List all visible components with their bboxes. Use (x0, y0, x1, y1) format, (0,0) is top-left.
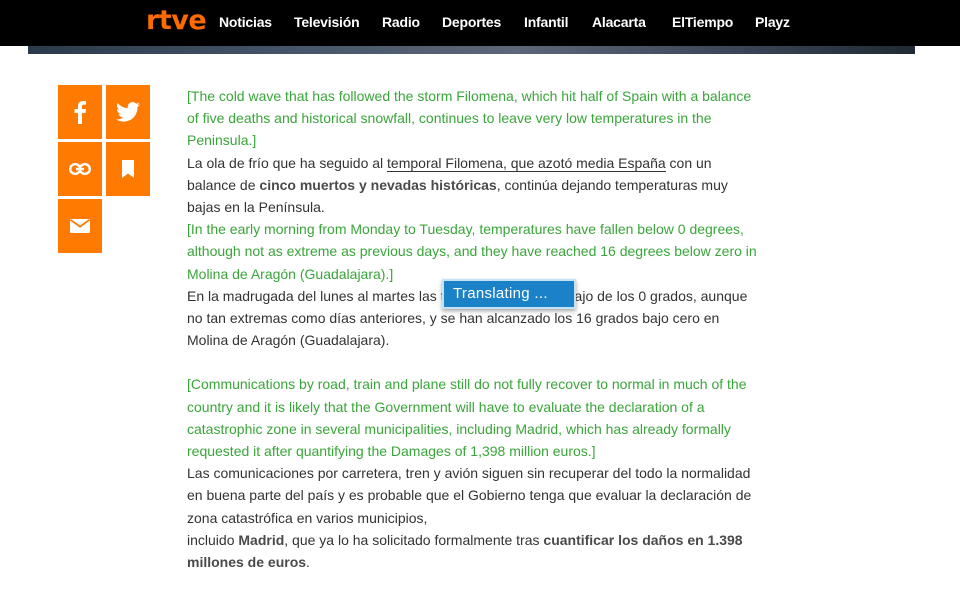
share-twitter-button[interactable] (106, 85, 150, 139)
nav-item-deportes[interactable]: Deportes (442, 14, 501, 30)
paragraph-text: incluido (187, 531, 239, 548)
translating-popup: Translating ... (442, 279, 576, 309)
rtve-logo[interactable]: rtve (146, 5, 207, 36)
translation-paragraph-1: [The cold wave that has followed the sto… (187, 88, 752, 149)
facebook-icon (74, 101, 86, 124)
paragraph-text: La ola de frío que ha seguido al (187, 154, 388, 171)
nav-item-radio[interactable]: Radio (382, 14, 420, 30)
bold-text: Madrid (238, 531, 285, 548)
link-icon (69, 163, 91, 175)
nav-item-playz[interactable]: Playz (755, 14, 790, 30)
bookmark-icon (122, 160, 134, 178)
paragraph-text: Las comunicaciones por carretera, tren y… (187, 465, 752, 526)
email-icon (70, 219, 90, 233)
paragraph-text: . (306, 554, 310, 571)
nav-item-alacarta[interactable]: Alacarta (592, 14, 646, 30)
share-email-button[interactable] (58, 199, 102, 253)
translation-paragraph-3: [Communications by road, train and plane… (187, 376, 747, 460)
original-paragraph-3: Las comunicaciones por carretera, tren y… (187, 462, 759, 573)
hero-image-strip (28, 46, 915, 54)
translation-paragraph-2: [In the early morning from Monday to Tue… (187, 221, 757, 282)
share-bookmark-button[interactable] (106, 142, 150, 196)
top-navigation-bar: rtve Noticias Televisión Radio Deportes … (0, 0, 960, 46)
nav-item-noticias[interactable]: Noticias (219, 14, 272, 30)
nav-item-infantil[interactable]: Infantil (524, 14, 568, 30)
article-link-filomena[interactable]: temporal Filomena, que azotó media Españ… (387, 154, 666, 172)
paragraph-text: , que ya lo ha solicitado formalmente tr… (284, 531, 544, 548)
share-facebook-button[interactable] (58, 85, 102, 139)
nav-item-eltiempo[interactable]: ElTiempo (672, 14, 733, 30)
original-paragraph-1: La ola de frío que ha seguido al tempora… (187, 152, 759, 219)
nav-item-television[interactable]: Televisión (294, 14, 360, 30)
twitter-icon (116, 102, 140, 122)
bold-text: cinco muertos y nevadas históricas (259, 176, 497, 193)
article-body: [The cold wave that has followed the sto… (187, 85, 759, 573)
share-link-button[interactable] (58, 142, 102, 196)
